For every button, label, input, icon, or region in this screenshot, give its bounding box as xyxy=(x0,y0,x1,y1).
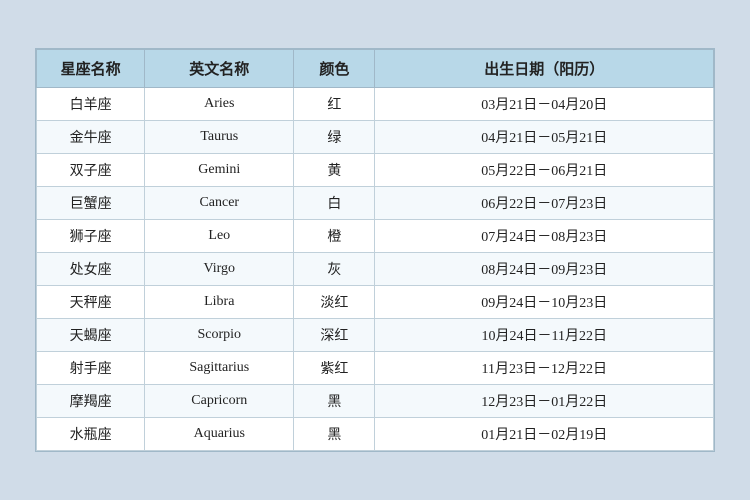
cell-date: 06月22日－07月23日 xyxy=(375,187,714,220)
cell-zodiac: 金牛座 xyxy=(37,121,145,154)
cell-english: Aries xyxy=(145,88,294,121)
cell-english: Libra xyxy=(145,286,294,319)
cell-zodiac: 摩羯座 xyxy=(37,385,145,418)
table-row: 摩羯座Capricorn黑12月23日－01月22日 xyxy=(37,385,714,418)
cell-zodiac: 巨蟹座 xyxy=(37,187,145,220)
cell-english: Sagittarius xyxy=(145,352,294,385)
cell-color: 淡红 xyxy=(294,286,375,319)
cell-date: 09月24日－10月23日 xyxy=(375,286,714,319)
cell-color: 黄 xyxy=(294,154,375,187)
cell-color: 白 xyxy=(294,187,375,220)
cell-date: 07月24日－08月23日 xyxy=(375,220,714,253)
cell-color: 深红 xyxy=(294,319,375,352)
cell-zodiac: 处女座 xyxy=(37,253,145,286)
cell-english: Virgo xyxy=(145,253,294,286)
cell-date: 11月23日－12月22日 xyxy=(375,352,714,385)
cell-zodiac: 双子座 xyxy=(37,154,145,187)
cell-date: 12月23日－01月22日 xyxy=(375,385,714,418)
cell-zodiac: 狮子座 xyxy=(37,220,145,253)
cell-date: 03月21日－04月20日 xyxy=(375,88,714,121)
cell-english: Scorpio xyxy=(145,319,294,352)
cell-english: Capricorn xyxy=(145,385,294,418)
zodiac-table-container: 星座名称 英文名称 颜色 出生日期（阳历） 白羊座Aries红03月21日－04… xyxy=(35,48,715,452)
header-english-name: 英文名称 xyxy=(145,50,294,88)
table-row: 狮子座Leo橙07月24日－08月23日 xyxy=(37,220,714,253)
zodiac-table: 星座名称 英文名称 颜色 出生日期（阳历） 白羊座Aries红03月21日－04… xyxy=(36,49,714,451)
table-row: 天蝎座Scorpio深红10月24日－11月22日 xyxy=(37,319,714,352)
cell-date: 08月24日－09月23日 xyxy=(375,253,714,286)
cell-english: Leo xyxy=(145,220,294,253)
cell-zodiac: 水瓶座 xyxy=(37,418,145,451)
header-birthdate: 出生日期（阳历） xyxy=(375,50,714,88)
cell-zodiac: 白羊座 xyxy=(37,88,145,121)
table-row: 白羊座Aries红03月21日－04月20日 xyxy=(37,88,714,121)
table-row: 金牛座Taurus绿04月21日－05月21日 xyxy=(37,121,714,154)
cell-zodiac: 天秤座 xyxy=(37,286,145,319)
table-row: 巨蟹座Cancer白06月22日－07月23日 xyxy=(37,187,714,220)
table-row: 处女座Virgo灰08月24日－09月23日 xyxy=(37,253,714,286)
cell-english: Gemini xyxy=(145,154,294,187)
cell-zodiac: 射手座 xyxy=(37,352,145,385)
cell-color: 黑 xyxy=(294,418,375,451)
table-row: 天秤座Libra淡红09月24日－10月23日 xyxy=(37,286,714,319)
cell-date: 10月24日－11月22日 xyxy=(375,319,714,352)
cell-color: 黑 xyxy=(294,385,375,418)
cell-zodiac: 天蝎座 xyxy=(37,319,145,352)
header-zodiac-name: 星座名称 xyxy=(37,50,145,88)
cell-english: Taurus xyxy=(145,121,294,154)
cell-date: 04月21日－05月21日 xyxy=(375,121,714,154)
header-color: 颜色 xyxy=(294,50,375,88)
cell-color: 红 xyxy=(294,88,375,121)
cell-color: 橙 xyxy=(294,220,375,253)
table-row: 双子座Gemini黄05月22日－06月21日 xyxy=(37,154,714,187)
cell-color: 紫红 xyxy=(294,352,375,385)
cell-color: 绿 xyxy=(294,121,375,154)
cell-color: 灰 xyxy=(294,253,375,286)
cell-english: Aquarius xyxy=(145,418,294,451)
table-header-row: 星座名称 英文名称 颜色 出生日期（阳历） xyxy=(37,50,714,88)
cell-date: 01月21日－02月19日 xyxy=(375,418,714,451)
cell-date: 05月22日－06月21日 xyxy=(375,154,714,187)
cell-english: Cancer xyxy=(145,187,294,220)
table-row: 射手座Sagittarius紫红11月23日－12月22日 xyxy=(37,352,714,385)
table-row: 水瓶座Aquarius黑01月21日－02月19日 xyxy=(37,418,714,451)
